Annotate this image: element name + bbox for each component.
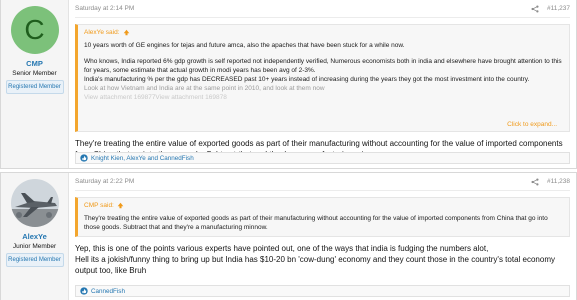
quote-paragraph: Look at how Vietnam and India are at the… — [84, 85, 325, 92]
username-link[interactable]: CMP — [26, 59, 43, 68]
user-title: Senior Member — [12, 70, 57, 77]
reactions-bar: CannedFish — [75, 285, 570, 297]
share-icon[interactable] — [531, 177, 539, 186]
quote-paragraph: 10 years worth of GE engines for tejas a… — [84, 42, 405, 49]
quote-attachments: View attachment 169877View attachment 16… — [84, 94, 227, 101]
arrow-up-icon[interactable] — [117, 202, 124, 209]
user-title: Junior Member — [12, 243, 57, 250]
role-badge: Registered Member — [5, 253, 64, 267]
post-number-link[interactable]: #11,238 — [547, 178, 570, 185]
post-meta: Saturday at 2:22 PM #11,238 — [75, 173, 570, 191]
user-info-panel: AlexYe Junior Member Registered Member — [1, 173, 69, 300]
reaction-users[interactable]: CannedFish — [91, 288, 125, 295]
post-body-line: Hell its a jokish/funny thing to bring u… — [75, 255, 555, 275]
quote-paragraph: They're treating the entire value of exp… — [84, 215, 548, 231]
quote-author-label[interactable]: CMP said: — [84, 202, 114, 209]
quote-author[interactable]: AlexYe said: — [84, 29, 563, 36]
post-number-link[interactable]: #11,237 — [547, 5, 570, 12]
reaction-users[interactable]: Knight Kien, AlexYe and CannedFish — [91, 155, 194, 162]
post-timestamp[interactable]: Saturday at 2:22 PM — [75, 178, 134, 185]
post-meta-actions: #11,238 — [531, 177, 570, 186]
expand-quote-link[interactable]: Click to expand... — [507, 121, 557, 128]
quote-paragraph: Who knows, India reported 6% gdp growth … — [84, 58, 562, 74]
share-icon[interactable] — [531, 4, 539, 13]
post-content: Saturday at 2:22 PM #11,238 CMP said: Th… — [69, 173, 576, 300]
post-11238: AlexYe Junior Member Registered Member S… — [0, 172, 577, 300]
quote-author[interactable]: CMP said: — [84, 202, 563, 209]
username-link[interactable]: AlexYe — [22, 232, 47, 241]
avatar[interactable]: C — [10, 6, 59, 54]
post-meta: Saturday at 2:14 PM #11,237 — [75, 0, 570, 18]
like-icon — [80, 287, 88, 295]
quote-author-label[interactable]: AlexYe said: — [84, 29, 120, 36]
quote-block: AlexYe said: 10 years worth of GE engine… — [75, 24, 570, 132]
like-icon — [80, 154, 88, 162]
role-badge: Registered Member — [5, 80, 64, 94]
user-info-panel: C CMP Senior Member Registered Member — [1, 0, 69, 168]
quote-paragraph: India's manufacturing % per the gdp has … — [84, 76, 530, 83]
post-11237: C CMP Senior Member Registered Member Sa… — [0, 0, 577, 169]
reactions-bar: Knight Kien, AlexYe and CannedFish — [75, 152, 570, 164]
quote-block: CMP said: They're treating the entire va… — [75, 197, 570, 237]
post-body: Yep, this is one of the points various e… — [75, 243, 570, 276]
avatar[interactable] — [10, 179, 59, 227]
post-meta-actions: #11,237 — [531, 4, 570, 13]
thread-page: C CMP Senior Member Registered Member Sa… — [0, 0, 577, 300]
post-content: Saturday at 2:14 PM #11,237 AlexYe said:… — [69, 0, 576, 168]
arrow-up-icon[interactable] — [123, 29, 130, 36]
post-body-line: Yep, this is one of the points various e… — [75, 244, 489, 253]
post-timestamp[interactable]: Saturday at 2:14 PM — [75, 5, 134, 12]
